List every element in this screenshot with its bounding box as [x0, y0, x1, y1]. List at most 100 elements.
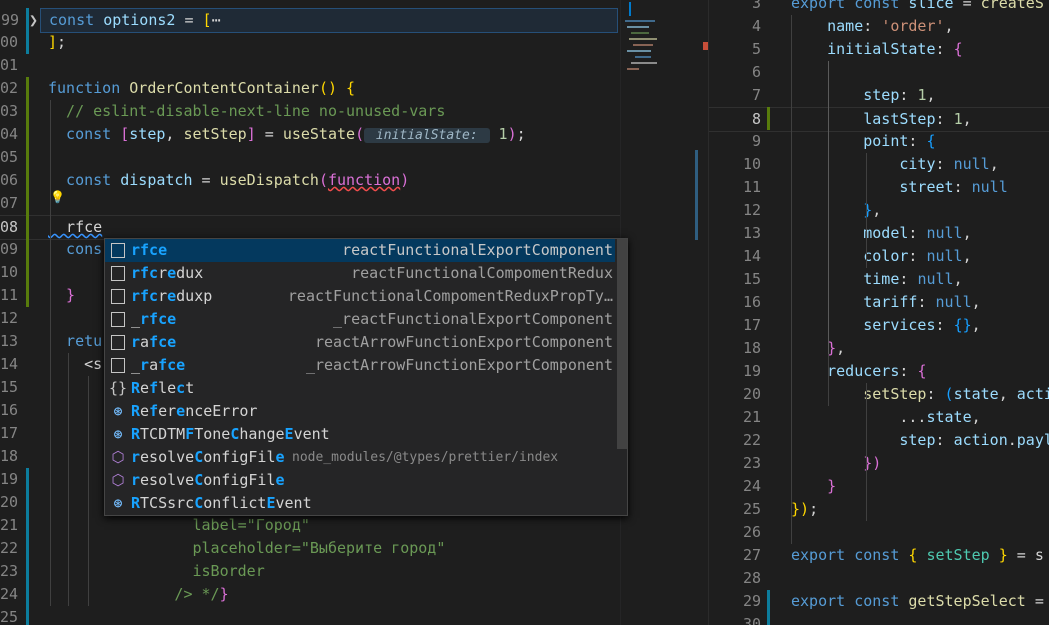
- code-line[interactable]: 21 ...state,: [709, 406, 1049, 429]
- code-line[interactable]: 00];: [0, 31, 620, 54]
- line-number: 20: [742, 385, 761, 403]
- line-number: 21: [742, 408, 761, 426]
- suggest-item[interactable]: ⬡ resolveConfigFile: [105, 469, 615, 492]
- line-number: 30: [742, 615, 761, 625]
- code-line[interactable]: 29 export const getStepSelect =: [709, 590, 1049, 613]
- code-line[interactable]: 24 }: [709, 475, 1049, 498]
- code-line[interactable]: 23 }): [709, 452, 1049, 475]
- code-line[interactable]: 25: [0, 606, 620, 625]
- code-line[interactable]: 30: [709, 613, 1049, 625]
- minimap-line: [631, 62, 657, 64]
- code-text: <s: [48, 355, 103, 373]
- minimap-cursor: [629, 2, 631, 16]
- code-text: function OrderContentContainer() {: [48, 79, 356, 97]
- suggest-item[interactable]: ⬡ resolveConfigFile node_modules/@types/pr…: [105, 446, 615, 469]
- minimap-line: [625, 20, 655, 22]
- line-number: 11: [0, 286, 18, 304]
- code-line[interactable]: 9 point: {: [709, 130, 1049, 153]
- line-number: 04: [0, 125, 18, 143]
- suggest-item[interactable]: rfce reactFunctionalExportComponent: [105, 239, 615, 262]
- suggest-item[interactable]: rafce reactArrowFunctionExportComponent: [105, 331, 615, 354]
- suggest-item[interactable]: _rfce _reactFunctionalExportComponent: [105, 308, 615, 331]
- code-text: export const getStepSelect =: [791, 592, 1044, 610]
- suggest-item[interactable]: _rafce _reactArrowFunctionExportComponent: [105, 354, 615, 377]
- code-text: },: [791, 339, 846, 357]
- line-number: 25: [742, 500, 761, 518]
- code-line[interactable]: 24 /> */}: [0, 583, 620, 606]
- code-text: const [step, setStep] = useState( initia…: [48, 125, 526, 143]
- code-line[interactable]: 17 services: {},: [709, 314, 1049, 337]
- code-line[interactable]: 6: [709, 61, 1049, 84]
- line-number: 15: [0, 378, 18, 396]
- code-line[interactable]: 14 color: null,: [709, 245, 1049, 268]
- code-line[interactable]: 12 },: [709, 199, 1049, 222]
- code-line[interactable]: 4 name: 'order',: [709, 15, 1049, 38]
- line-number: 14: [742, 247, 761, 265]
- suggest-item[interactable]: ⊛ RTCDTMFToneChangeEvent: [105, 423, 615, 446]
- code-line[interactable]: 04 const [step, setStep] = useState( ini…: [0, 123, 620, 146]
- minimap[interactable]: [620, 0, 709, 625]
- code-text: initialState: {: [791, 40, 963, 58]
- code-text: }): [791, 454, 882, 472]
- suggest-item[interactable]: {} Reflect: [105, 377, 615, 400]
- code-text: ...state,: [791, 408, 981, 426]
- suggest-item[interactable]: ⊛ RTCSsrcConflictEvent: [105, 492, 615, 515]
- line-number: 16: [742, 293, 761, 311]
- suggest-scrollbar[interactable]: [617, 239, 627, 449]
- code-line[interactable]: 08 rfce: [0, 215, 620, 240]
- suggest-widget[interactable]: rfce reactFunctionalExportComponent rfcred…: [104, 238, 628, 516]
- code-line[interactable]: 99 ❯ const options2 = [⋯: [1, 8, 618, 33]
- code-line[interactable]: 27 export const { setStep } = s: [709, 544, 1049, 567]
- line-number: 21: [0, 516, 18, 534]
- code-line[interactable]: 03 // eslint-disable-next-line no-unused…: [0, 100, 620, 123]
- code-line[interactable]: 05: [0, 146, 620, 169]
- code-line[interactable]: 06 const dispatch = useDispatch(function…: [0, 169, 620, 192]
- code-line[interactable]: 02 function OrderContentContainer() {: [0, 77, 620, 100]
- line-number: 11: [742, 178, 761, 196]
- minimap-scroll-marker: [695, 150, 698, 240]
- code-text: // eslint-disable-next-line no-unused-va…: [48, 102, 446, 120]
- code-line[interactable]: 07: [0, 192, 620, 215]
- code-line[interactable]: 19 reducers: {: [709, 360, 1049, 383]
- indent-guide: [68, 353, 69, 606]
- code-line[interactable]: 3 export const slice = createS: [709, 0, 1049, 15]
- code-text: cons: [48, 240, 103, 258]
- line-number: 12: [0, 309, 18, 327]
- right-editor-pane[interactable]: 3 export const slice = createS 4 name: 'or…: [708, 0, 1049, 625]
- line-number: 15: [742, 270, 761, 288]
- code-line[interactable]: 26: [709, 521, 1049, 544]
- code-line[interactable]: 21 label="Город": [0, 514, 620, 537]
- code-line[interactable]: 8 lastStep: 1,: [709, 107, 1049, 132]
- code-line[interactable]: 01: [0, 54, 620, 77]
- line-number: 24: [742, 477, 761, 495]
- code-line[interactable]: 11 street: null: [709, 176, 1049, 199]
- code-text: isBorder: [48, 562, 265, 580]
- code-line[interactable]: 15 time: null,: [709, 268, 1049, 291]
- code-line[interactable]: 22 placeholder="Выберите город": [0, 537, 620, 560]
- code-text: }: [48, 286, 76, 304]
- indent-guide: [866, 383, 867, 521]
- code-line[interactable]: 16 tariff: null,: [709, 291, 1049, 314]
- code-line[interactable]: 25});: [709, 498, 1049, 521]
- line-number: 09: [0, 240, 18, 258]
- code-line[interactable]: 28: [709, 567, 1049, 590]
- line-number: 27: [742, 546, 761, 564]
- code-line[interactable]: 22 step: action.payl: [709, 429, 1049, 452]
- code-text: step: action.payl: [791, 431, 1049, 449]
- code-line[interactable]: 20 setStep: (state, acti: [709, 383, 1049, 406]
- suggest-label: Reflect: [131, 379, 195, 397]
- code-text: lastStep: 1,: [791, 110, 972, 128]
- code-line[interactable]: 13 model: null,: [709, 222, 1049, 245]
- suggest-item[interactable]: rfcreduxp reactFunctionalCompomentReduxPr…: [105, 285, 615, 308]
- suggest-item[interactable]: rfcredux reactFunctionalCompomentRedux: [105, 262, 615, 285]
- suggest-item[interactable]: ⊛ ReferenceError: [105, 400, 615, 423]
- lightbulb-icon[interactable]: 💡: [50, 190, 65, 205]
- code-line[interactable]: 10 city: null,: [709, 153, 1049, 176]
- code-line[interactable]: 7 step: 1,: [709, 84, 1049, 107]
- code-line[interactable]: 18 },: [709, 337, 1049, 360]
- code-line[interactable]: 23 isBorder: [0, 560, 620, 583]
- fold-chevron-icon[interactable]: ❯: [29, 9, 38, 32]
- line-number: 22: [0, 539, 18, 557]
- code-line[interactable]: 5 initialState: {: [709, 38, 1049, 61]
- line-number: 29: [742, 592, 761, 610]
